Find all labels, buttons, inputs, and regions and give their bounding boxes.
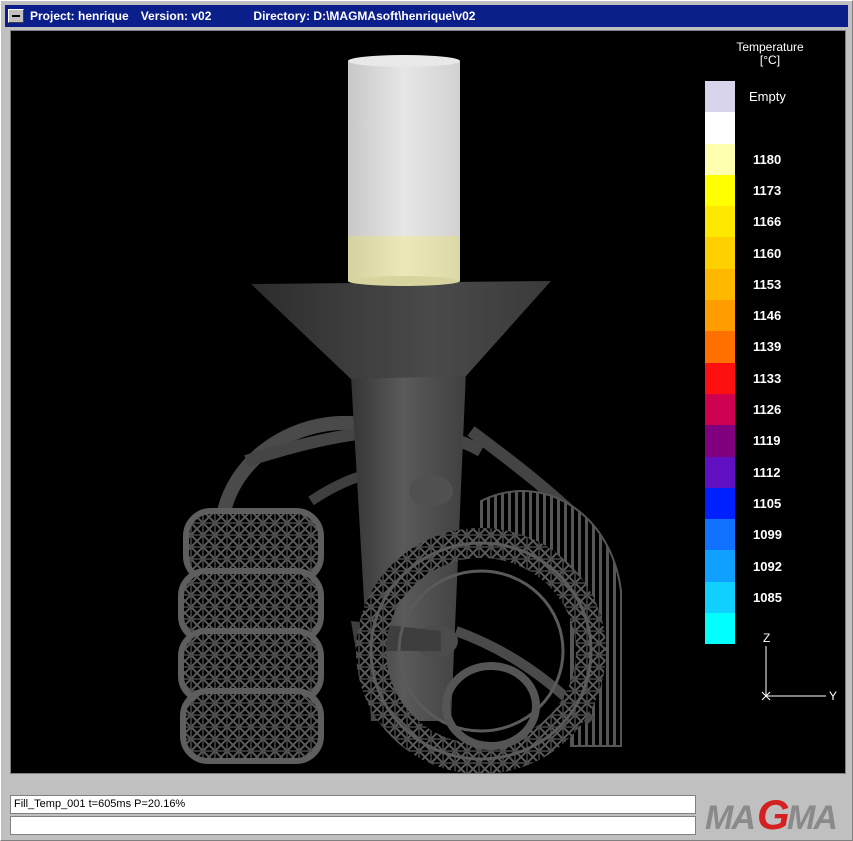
color-bar-label: 1085 (753, 589, 782, 605)
svg-text:MA: MA (787, 799, 836, 837)
simulation-viewport[interactable]: Temperature [°C] Empty 1180 1173 1166 1160 11… (10, 30, 846, 774)
color-bar-cell (705, 331, 735, 363)
color-bar-label: 1146 (753, 308, 782, 324)
color-bar-cell (705, 174, 735, 207)
title-bar[interactable]: Project: henrique Version: v02 Directory… (5, 5, 848, 27)
svg-text:G: G (757, 791, 790, 837)
color-bar-cell (705, 393, 735, 426)
color-bar-label: Empty (749, 89, 786, 104)
temperature-color-bar (705, 81, 735, 645)
color-bar-cell (705, 550, 735, 582)
color-bar-label: 1160 (753, 245, 782, 261)
color-bar-cell (705, 581, 735, 614)
color-bar-cell (705, 425, 735, 457)
color-bar-cell (705, 519, 735, 551)
color-bar-cell (705, 268, 735, 301)
project-name: Project: henrique (30, 9, 129, 23)
color-bar-label: 1139 (753, 339, 782, 355)
color-bar-cell (705, 300, 735, 332)
y-axis-label: Y (829, 689, 837, 703)
color-bar-label: 1153 (753, 276, 782, 292)
color-bar-cell (705, 112, 735, 144)
color-bar-label: 1180 (753, 151, 782, 167)
color-bar-label: 1133 (753, 370, 782, 386)
app-window: Project: henrique Version: v02 Directory… (0, 0, 853, 841)
system-menu-icon[interactable] (8, 9, 24, 23)
status-line-primary: Fill_Temp_001 t=605ms P=20.16% (10, 795, 696, 814)
directory-path: Directory: D:\MAGMAsoft\henrique\v02 (253, 9, 476, 23)
color-bar-label: 1166 (753, 214, 782, 230)
color-bar-cell (705, 487, 735, 520)
magma-logo: MA G MA (705, 791, 838, 837)
color-bar-label: 1092 (753, 558, 782, 574)
color-bar-cell (705, 206, 735, 238)
color-bar-cell (705, 613, 735, 645)
color-bar-cell (705, 143, 735, 175)
svg-text:MA: MA (705, 799, 754, 837)
color-bar-cell (705, 456, 735, 488)
version-label: Version: v02 (140, 9, 212, 23)
color-bar-label: 1173 (753, 182, 782, 198)
color-bar-label: 1119 (753, 433, 781, 449)
color-bar-cell (705, 81, 735, 113)
z-axis-label: Z (763, 631, 770, 645)
color-bar-label: 1099 (753, 527, 782, 543)
color-bar-cell (705, 237, 735, 269)
color-bar-label: 1112 (753, 464, 781, 480)
color-bar-cell (705, 362, 735, 394)
axis-triad-icon: Z Y (761, 631, 837, 703)
status-line-secondary (10, 816, 696, 835)
legend-title: Temperature [°C] (736, 40, 804, 67)
color-bar-label: 1105 (753, 495, 782, 511)
color-bar-label: 1126 (753, 402, 782, 417)
